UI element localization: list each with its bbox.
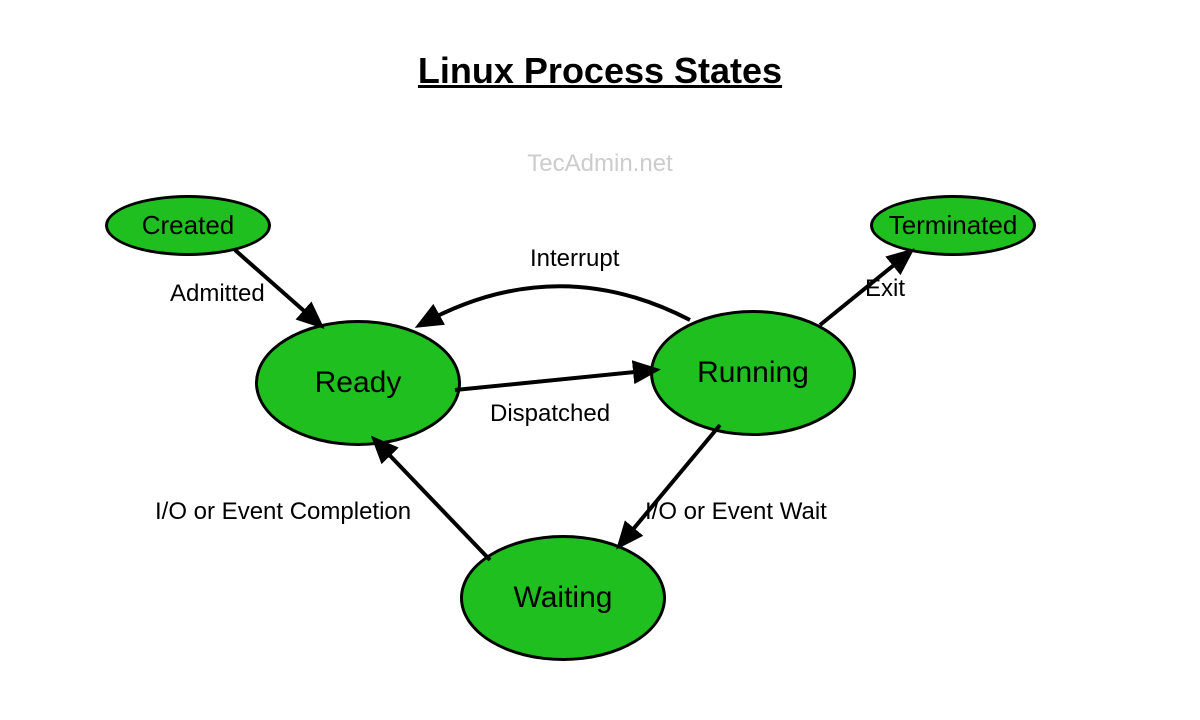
watermark-text: TecAdmin.net	[527, 150, 672, 178]
state-label: Ready	[315, 366, 402, 400]
state-created: Created	[105, 195, 271, 256]
state-waiting: Waiting	[460, 535, 666, 661]
edge-interrupt	[420, 286, 690, 325]
state-label: Running	[697, 356, 809, 390]
diagram-title: Linux Process States	[418, 50, 782, 92]
state-running: Running	[650, 310, 856, 436]
edge-label-io-completion: I/O or Event Completion	[155, 498, 411, 526]
state-label: Terminated	[889, 210, 1018, 241]
state-label: Created	[142, 210, 235, 241]
edge-io-wait	[620, 425, 720, 545]
edge-label-interrupt: Interrupt	[530, 245, 619, 273]
state-terminated: Terminated	[870, 195, 1036, 256]
edge-label-admitted: Admitted	[170, 280, 265, 308]
state-label: Waiting	[514, 581, 613, 615]
state-ready: Ready	[255, 320, 461, 446]
edge-label-dispatched: Dispatched	[490, 400, 610, 428]
edge-dispatched	[455, 370, 655, 390]
edge-label-exit: Exit	[865, 275, 905, 303]
edge-label-io-wait: I/O or Event Wait	[645, 498, 827, 526]
